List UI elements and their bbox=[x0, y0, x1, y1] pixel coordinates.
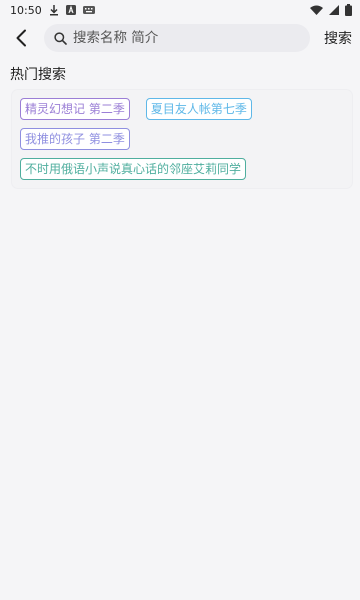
hot-search-tag[interactable]: 精灵幻想记 第二季 bbox=[20, 98, 130, 120]
chevron-left-icon bbox=[16, 29, 26, 47]
back-button[interactable] bbox=[10, 24, 32, 52]
search-button[interactable]: 搜索 bbox=[324, 28, 352, 48]
signal-icon bbox=[329, 5, 339, 15]
hot-search-tag[interactable]: 夏目友人帐第七季 bbox=[145, 98, 252, 120]
hot-search-tags: 精灵幻想记 第二季 夏目友人帐第七季 我推的孩子 第二季 不时用俄语小声说真心话… bbox=[20, 98, 344, 180]
search-icon bbox=[54, 31, 67, 45]
status-right bbox=[310, 4, 352, 16]
status-bar: 10:50 bbox=[0, 0, 360, 20]
battery-icon bbox=[345, 4, 352, 16]
status-left: 10:50 bbox=[10, 4, 95, 17]
hot-search-tag[interactable]: 不时用俄语小声说真心话的邻座艾莉同学 bbox=[20, 158, 247, 180]
wifi-icon bbox=[310, 5, 323, 15]
keyboard-icon bbox=[82, 6, 95, 14]
status-time: 10:50 bbox=[10, 3, 42, 17]
search-box[interactable] bbox=[44, 24, 310, 52]
download-icon bbox=[49, 4, 59, 16]
hot-search-tag[interactable]: 我推的孩子 第二季 bbox=[20, 128, 130, 150]
search-header: 搜索 bbox=[0, 22, 360, 54]
hot-search-panel: 精灵幻想记 第二季 夏目友人帐第七季 我推的孩子 第二季 不时用俄语小声说真心话… bbox=[12, 90, 352, 188]
hot-search-title: 热门搜索 bbox=[10, 67, 66, 83]
a-box-icon bbox=[65, 5, 76, 15]
search-input[interactable] bbox=[73, 30, 300, 46]
